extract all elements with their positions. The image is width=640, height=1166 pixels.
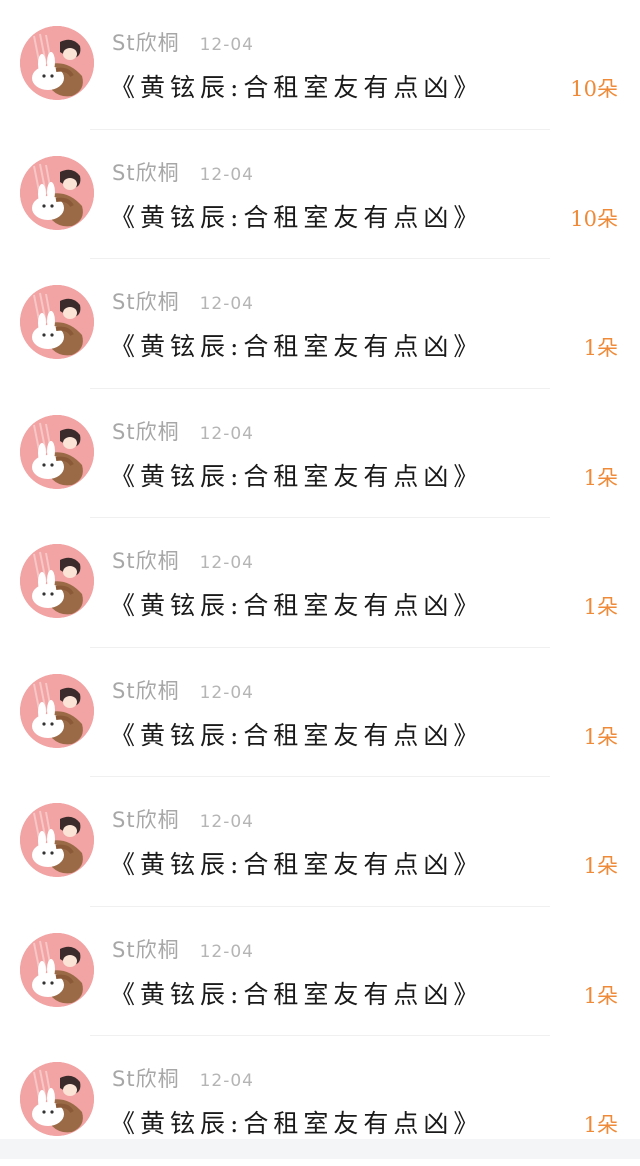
cartoon-couple-avatar-icon <box>20 415 94 489</box>
gift-count: 1朵 <box>584 464 618 492</box>
avatar[interactable] <box>20 544 94 618</box>
username[interactable]: St欣桐 <box>112 938 180 962</box>
item-meta: St欣桐 12-04 <box>112 160 254 186</box>
date: 12-04 <box>200 1071 254 1091</box>
book-title[interactable]: 《黄铉辰:合租室友有点凶》 <box>110 202 483 234</box>
book-title[interactable]: 《黄铉辰:合租室友有点凶》 <box>110 979 483 1011</box>
book-title[interactable]: 《黄铉辰:合租室友有点凶》 <box>110 461 483 493</box>
username[interactable]: St欣桐 <box>112 290 180 314</box>
cartoon-couple-avatar-icon <box>20 156 94 230</box>
username[interactable]: St欣桐 <box>112 420 180 444</box>
date: 12-04 <box>200 812 254 832</box>
book-title[interactable]: 《黄铉辰:合租室友有点凶》 <box>110 1108 483 1140</box>
item-meta: St欣桐 12-04 <box>112 30 254 56</box>
cartoon-couple-avatar-icon <box>20 26 94 100</box>
book-title[interactable]: 《黄铉辰:合租室友有点凶》 <box>110 590 483 622</box>
item-meta: St欣桐 12-04 <box>112 678 254 704</box>
date: 12-04 <box>200 294 254 314</box>
cartoon-couple-avatar-icon <box>20 285 94 359</box>
date: 12-04 <box>200 553 254 573</box>
avatar[interactable] <box>20 1062 94 1136</box>
gift-count: 1朵 <box>584 334 618 362</box>
list-item[interactable]: St欣桐 12-04 《黄铉辰:合租室友有点凶》 1朵 <box>0 648 640 778</box>
cartoon-couple-avatar-icon <box>20 674 94 748</box>
gift-count: 10朵 <box>570 205 618 233</box>
bottom-bar <box>0 1139 640 1159</box>
list-item[interactable]: St欣桐 12-04 《黄铉辰:合租室友有点凶》 1朵 <box>0 777 640 907</box>
username[interactable]: St欣桐 <box>112 31 180 55</box>
book-title[interactable]: 《黄铉辰:合租室友有点凶》 <box>110 849 483 881</box>
date: 12-04 <box>200 942 254 962</box>
list-item[interactable]: St欣桐 12-04 《黄铉辰:合租室友有点凶》 1朵 <box>0 389 640 519</box>
date: 12-04 <box>200 35 254 55</box>
username[interactable]: St欣桐 <box>112 549 180 573</box>
gift-count: 1朵 <box>584 982 618 1010</box>
list-item[interactable]: St欣桐 12-04 《黄铉辰:合租室友有点凶》 1朵 <box>0 259 640 389</box>
book-title[interactable]: 《黄铉辰:合租室友有点凶》 <box>110 720 483 752</box>
username[interactable]: St欣桐 <box>112 679 180 703</box>
avatar[interactable] <box>20 415 94 489</box>
username[interactable]: St欣桐 <box>112 808 180 832</box>
username[interactable]: St欣桐 <box>112 1067 180 1091</box>
gift-count: 1朵 <box>584 1111 618 1139</box>
date: 12-04 <box>200 165 254 185</box>
avatar[interactable] <box>20 156 94 230</box>
list-item[interactable]: St欣桐 12-04 《黄铉辰:合租室友有点凶》 10朵 <box>0 130 640 260</box>
gift-count: 1朵 <box>584 723 618 751</box>
gift-record-list: St欣桐 12-04 《黄铉辰:合租室友有点凶》 10朵 <box>0 0 640 1159</box>
gift-count: 1朵 <box>584 593 618 621</box>
book-title[interactable]: 《黄铉辰:合租室友有点凶》 <box>110 331 483 363</box>
gift-count: 1朵 <box>584 852 618 880</box>
item-meta: St欣桐 12-04 <box>112 937 254 963</box>
date: 12-04 <box>200 424 254 444</box>
item-meta: St欣桐 12-04 <box>112 419 254 445</box>
item-meta: St欣桐 12-04 <box>112 1066 254 1092</box>
avatar[interactable] <box>20 803 94 877</box>
avatar[interactable] <box>20 674 94 748</box>
item-meta: St欣桐 12-04 <box>112 289 254 315</box>
list-item[interactable]: St欣桐 12-04 《黄铉辰:合租室友有点凶》 1朵 <box>0 518 640 648</box>
cartoon-couple-avatar-icon <box>20 933 94 1007</box>
avatar[interactable] <box>20 285 94 359</box>
date: 12-04 <box>200 683 254 703</box>
list-item[interactable]: St欣桐 12-04 《黄铉辰:合租室友有点凶》 1朵 <box>0 907 640 1037</box>
item-meta: St欣桐 12-04 <box>112 807 254 833</box>
list-item[interactable]: St欣桐 12-04 《黄铉辰:合租室友有点凶》 10朵 <box>0 0 640 130</box>
username[interactable]: St欣桐 <box>112 161 180 185</box>
avatar[interactable] <box>20 26 94 100</box>
gift-count: 10朵 <box>570 75 618 103</box>
avatar[interactable] <box>20 933 94 1007</box>
book-title[interactable]: 《黄铉辰:合租室友有点凶》 <box>110 72 483 104</box>
cartoon-couple-avatar-icon <box>20 803 94 877</box>
item-meta: St欣桐 12-04 <box>112 548 254 574</box>
cartoon-couple-avatar-icon <box>20 544 94 618</box>
cartoon-couple-avatar-icon <box>20 1062 94 1136</box>
